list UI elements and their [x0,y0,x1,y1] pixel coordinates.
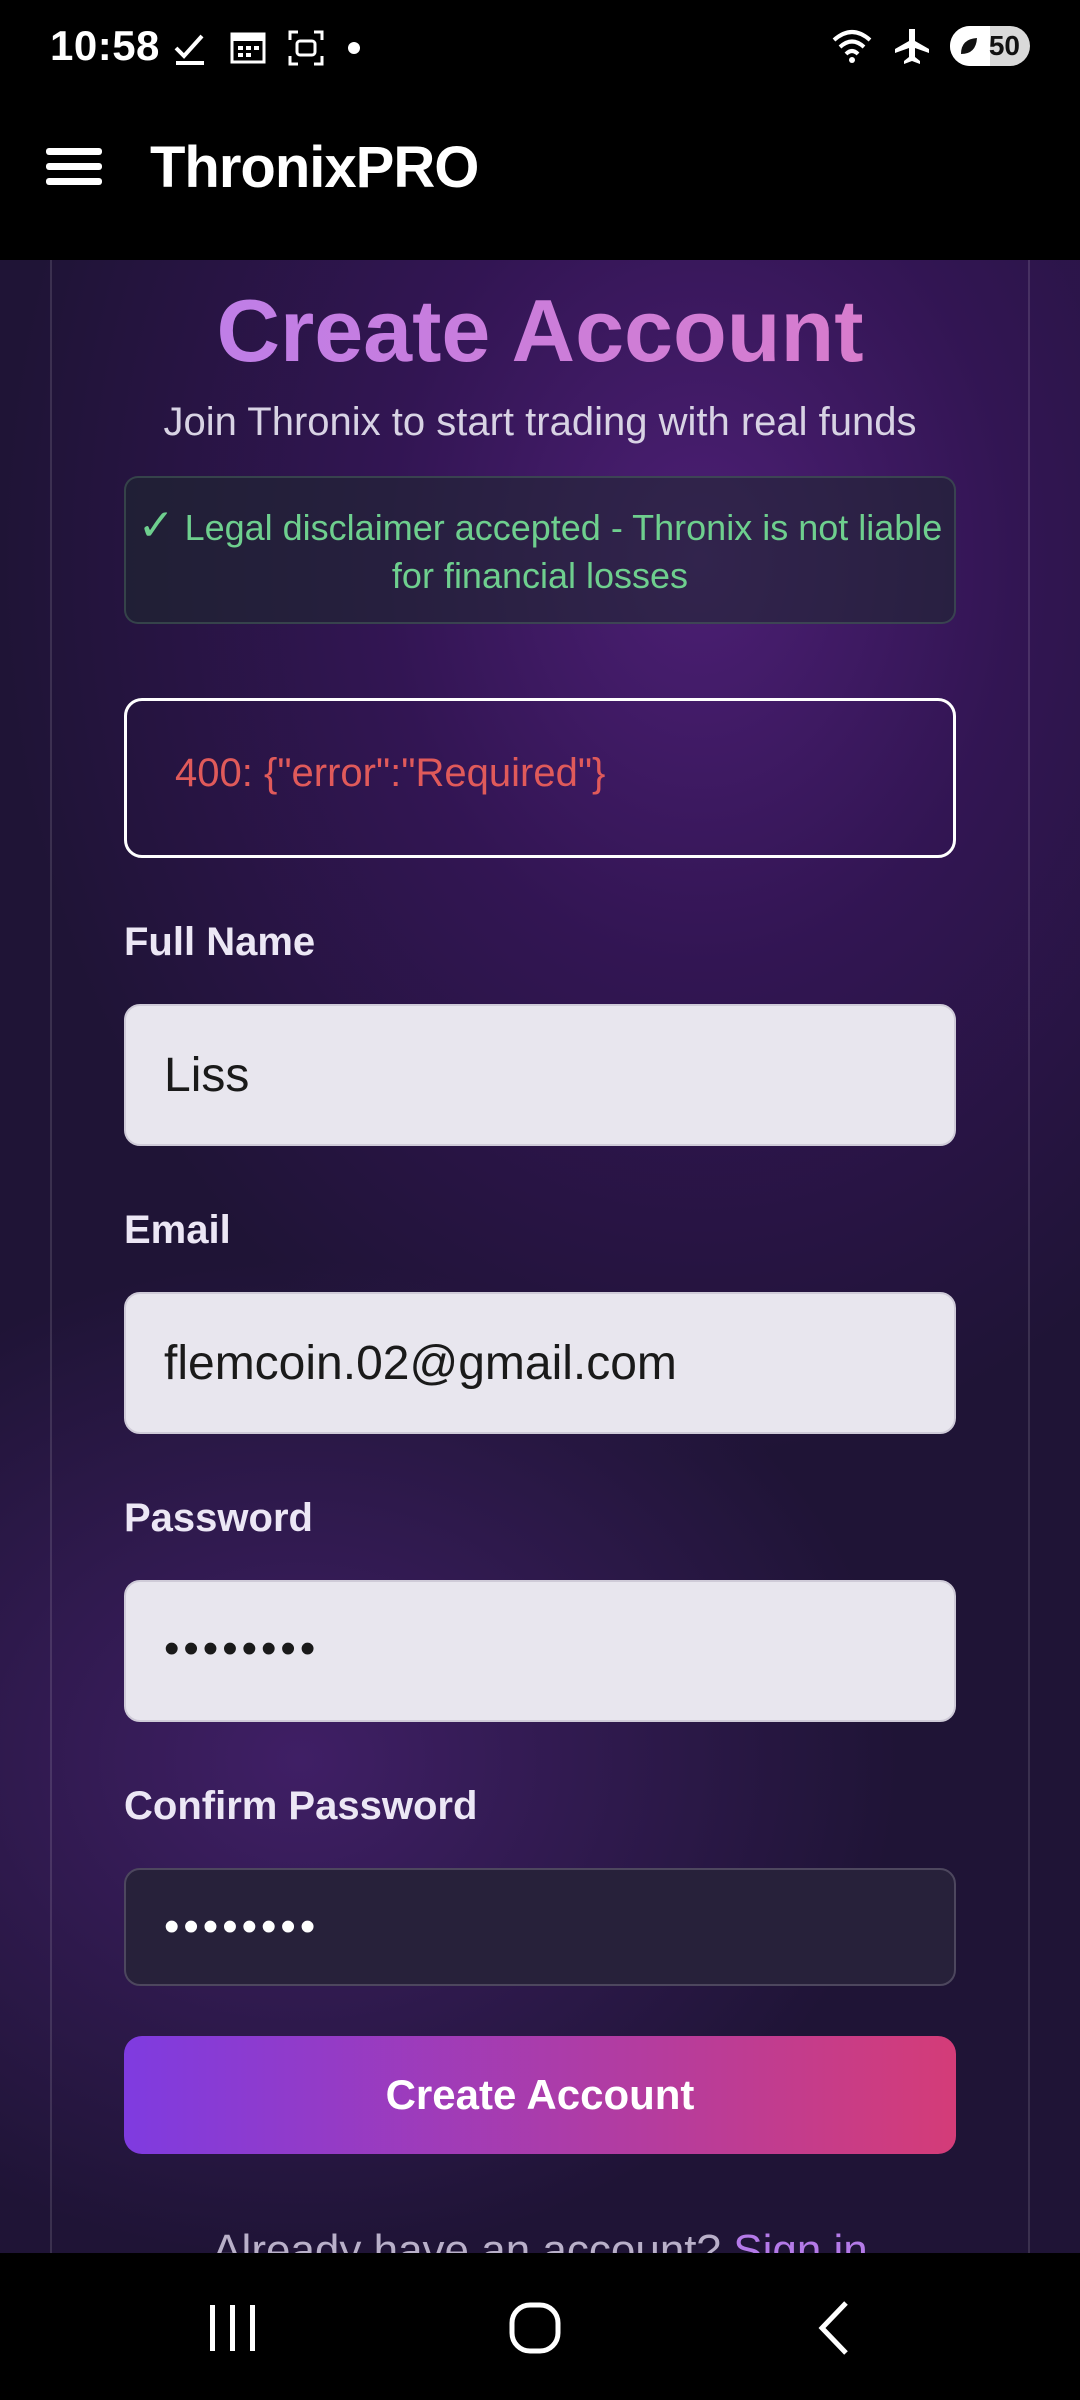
home-icon[interactable] [500,2293,570,2363]
calendar-icon [230,32,266,64]
battery-percent: 50 [988,30,1020,61]
leaf-icon [961,38,977,54]
notification-dot [348,42,360,54]
email-field[interactable]: flemcoin.02@gmail.com [124,1292,956,1434]
wifi-icon [832,30,872,63]
system-nav-bar [0,2253,1080,2400]
signup-page: Create Account Join Thronix to start tra… [0,260,1080,2253]
recent-apps-icon[interactable] [198,2293,268,2363]
check-icon [174,34,204,65]
disclaimer-notice: ✓ Legal disclaimer accepted - Thronix is… [124,476,956,624]
disclaimer-text: Legal disclaimer accepted - Thronix is n… [184,507,943,596]
page-title: Create Account [0,280,1080,382]
back-icon[interactable] [800,2293,870,2363]
status-time: 10:58 [50,22,160,69]
page-subtitle: Join Thronix to start trading with real … [163,400,917,444]
signin-prompt-row: Already have an account? Sign in [0,2226,1080,2253]
signin-link[interactable]: Sign in [733,2226,868,2253]
full-name-label: Full Name [124,920,316,964]
confirm-password-field[interactable]: •••••••• [124,1868,956,1986]
create-account-button[interactable]: Create Account [124,2036,956,2154]
status-bar: 10:58 50 [0,0,1080,96]
hamburger-menu-icon[interactable] [44,140,106,202]
checkmark-icon: ✓ [137,501,175,550]
status-icons-right: 50 [830,26,1030,66]
full-name-field[interactable]: Liss [124,1004,956,1146]
battery-icon: 50 [950,26,1030,66]
error-message: 400: {"error":"Required"} [124,698,956,858]
confirm-password-label: Confirm Password [124,1784,478,1828]
password-field[interactable]: •••••••• [124,1580,956,1722]
password-label: Password [124,1496,313,1540]
status-icons-left [170,28,360,68]
email-label: Email [124,1208,231,1252]
screenshot-icon [288,30,324,66]
app-bar: ThronixPRO [0,96,1080,260]
app-title: ThronixPRO [150,135,479,200]
signin-prompt: Already have an account? [212,2226,721,2253]
airplane-mode-icon [895,29,929,64]
